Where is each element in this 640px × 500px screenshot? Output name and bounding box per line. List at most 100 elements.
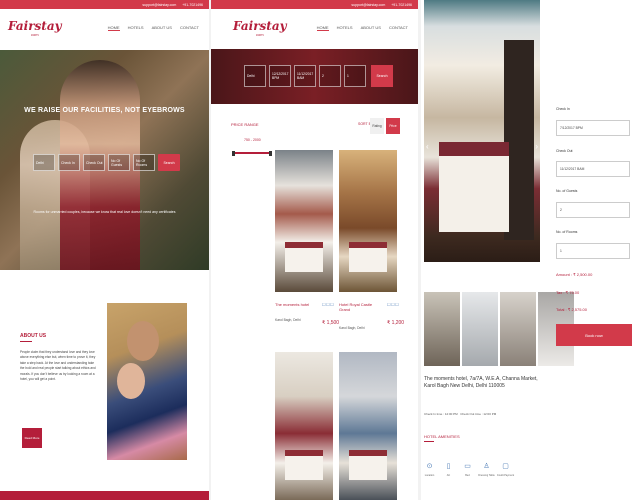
hotel-card-image[interactable] — [275, 352, 333, 500]
about-text: People claim that they understand love a… — [20, 350, 96, 382]
menu-home[interactable]: HOME — [316, 25, 329, 31]
amenity-label: Dressing Table — [478, 474, 495, 477]
total-text: Total : ₹ 2,575.00 — [556, 307, 588, 312]
amenities-list: ⊙ Location ▯ AC ▭ Bed ♙ Dressing Table ▢… — [424, 462, 514, 477]
ac-icon: ▯ — [446, 463, 451, 470]
read-more-button[interactable]: Read More — [22, 428, 42, 448]
hotel-name[interactable]: Hotel Royal Castle Grand — [339, 302, 384, 312]
hotel-main-photo: ‹ › — [424, 0, 540, 262]
checkout-field[interactable]: 11/12/2017 BAM — [294, 65, 316, 87]
bed-shape — [285, 242, 323, 272]
city-field[interactable]: Delhi — [33, 154, 55, 171]
search-button[interactable]: Search — [371, 65, 393, 87]
about-face-woman — [117, 363, 145, 399]
guests-input[interactable]: 2 — [556, 202, 630, 218]
amenity-dressing-table: ♙ Dressing Table — [478, 462, 495, 477]
logo-main: Fairstay — [233, 18, 287, 33]
amenity-ac: ▯ AC — [443, 462, 454, 477]
logo-sub: com — [31, 31, 39, 37]
rooms-field[interactable]: 1 — [344, 65, 366, 87]
hotel-card-image[interactable] — [339, 150, 397, 292]
hotel-detail-panel: ‹ › The moments hotel, 7a/7A, W.E.A, Cha… — [421, 0, 640, 500]
home-page-panel: support@fairstay.com +91-7021496 Fairsta… — [0, 0, 209, 500]
sort-rating-button[interactable]: Rating — [370, 118, 384, 134]
hero-title: WE RAISE OUR FACILITIES, NOT EYEBROWS — [24, 107, 185, 114]
checkout-label: Check Out — [556, 149, 573, 153]
hero-search-form: Delhi Check In Check Out No Of Guests No… — [33, 154, 180, 171]
price-range-title: PRICE RANGE — [231, 122, 259, 127]
search-button[interactable]: Search — [158, 154, 180, 171]
book-now-button[interactable]: Book now — [556, 324, 632, 346]
price-range-values: 750 - 2000 — [244, 138, 261, 142]
email-text[interactable]: support@fairstay.com — [351, 3, 385, 7]
about-title: ABOUT US — [20, 333, 47, 339]
hotel-price: ₹ 1,200 — [387, 320, 405, 326]
map-pin-icon: ⊙ — [426, 463, 433, 470]
slider-max-handle[interactable] — [269, 151, 272, 156]
about-underline — [20, 341, 32, 342]
slider-track — [232, 152, 272, 154]
bed-shape — [349, 242, 387, 272]
rooms-field[interactable]: No Of Rooms — [133, 154, 155, 171]
top-bar: support@fairstay.com +91-7021496 — [0, 0, 209, 9]
amenity-label: Bed — [465, 474, 470, 477]
city-field[interactable]: Delhi — [244, 65, 266, 87]
amenity-label: Location — [424, 474, 435, 477]
listing-page-panel: support@fairstay.com +91-7021496 Fairsta… — [211, 0, 418, 500]
menu-about[interactable]: ABOUT US — [152, 25, 172, 31]
listing-search-form: Delhi 12/12/2017 BPM 11/12/2017 BAM 2 1 … — [244, 65, 393, 87]
hotel-name[interactable]: The moments hotel — [275, 302, 320, 307]
menu-about[interactable]: ABOUT US — [361, 25, 381, 31]
photo-thumbnails — [424, 292, 574, 366]
about-face-man — [127, 321, 159, 361]
menu-hotels[interactable]: HOTELS — [337, 25, 353, 31]
carousel-next-icon[interactable]: › — [535, 142, 538, 151]
tax-text: Tax : ₹ 75.00 — [556, 290, 580, 295]
main-menu: HOME HOTELS ABOUT US CONTACT — [107, 25, 199, 31]
hotel-location: Karol Bagh, Delhi — [339, 326, 365, 330]
phone-text[interactable]: +91-7021496 — [391, 3, 412, 7]
menu-home[interactable]: HOME — [107, 25, 120, 31]
email-text[interactable]: support@fairstay.com — [142, 3, 176, 7]
hotel-location: Karol Bagh, Delhi — [275, 318, 301, 322]
room-bed-shape — [439, 142, 509, 232]
thumbnail-1[interactable] — [424, 292, 460, 366]
hotel-card-image[interactable] — [339, 352, 397, 500]
checkin-label: Check In — [556, 107, 570, 111]
card-icon: ▢ — [502, 463, 509, 470]
footer-strip — [0, 491, 209, 500]
price-range-slider[interactable] — [232, 151, 272, 156]
carousel-prev-icon[interactable]: ‹ — [426, 142, 429, 151]
guests-field[interactable]: No Of Guests — [108, 154, 130, 171]
hotel-card-image[interactable] — [275, 150, 333, 292]
bed-shape — [349, 450, 387, 480]
bed-shape — [285, 450, 323, 480]
logo[interactable]: Fairstay com — [8, 20, 62, 37]
slider-min-handle[interactable] — [232, 151, 235, 156]
thumbnail-2[interactable] — [462, 292, 498, 366]
checkin-field[interactable]: Check In — [58, 154, 80, 171]
checkin-field[interactable]: 12/12/2017 BPM — [269, 65, 291, 87]
menu-hotels[interactable]: HOTELS — [128, 25, 144, 31]
logo[interactable]: Fairstay com — [233, 20, 287, 37]
checkin-checkout-times: Check In time : 12:00 PM Check Out time … — [424, 412, 496, 416]
sort-price-button[interactable]: Price — [386, 118, 400, 134]
checkin-input[interactable]: 7/12/2017 BPM — [556, 120, 630, 136]
thumbnail-3[interactable] — [500, 292, 536, 366]
hero-banner: WE RAISE OUR FACILITIES, NOT EYEBROWS De… — [0, 50, 209, 270]
logo-sub: com — [256, 31, 264, 37]
about-couple-image — [107, 303, 187, 460]
checkout-input[interactable]: 11/12/2017 BAM — [556, 161, 630, 177]
amenity-credit-payment: ▢ Credit Payment — [497, 462, 514, 477]
rooms-input[interactable]: 1 — [556, 243, 630, 259]
bed-icon: ▭ — [464, 463, 471, 470]
dresser-icon: ♙ — [483, 463, 490, 470]
guests-field[interactable]: 2 — [319, 65, 341, 87]
logo-main: Fairstay — [8, 18, 62, 33]
menu-contact[interactable]: CONTACT — [180, 25, 199, 31]
guests-label: No. of Guests — [556, 189, 578, 193]
checkout-field[interactable]: Check Out — [83, 154, 105, 171]
hotel-amenity-icons: ☐☐☐ — [322, 302, 335, 307]
menu-contact[interactable]: CONTACT — [389, 25, 408, 31]
phone-text[interactable]: +91-7021496 — [182, 3, 203, 7]
